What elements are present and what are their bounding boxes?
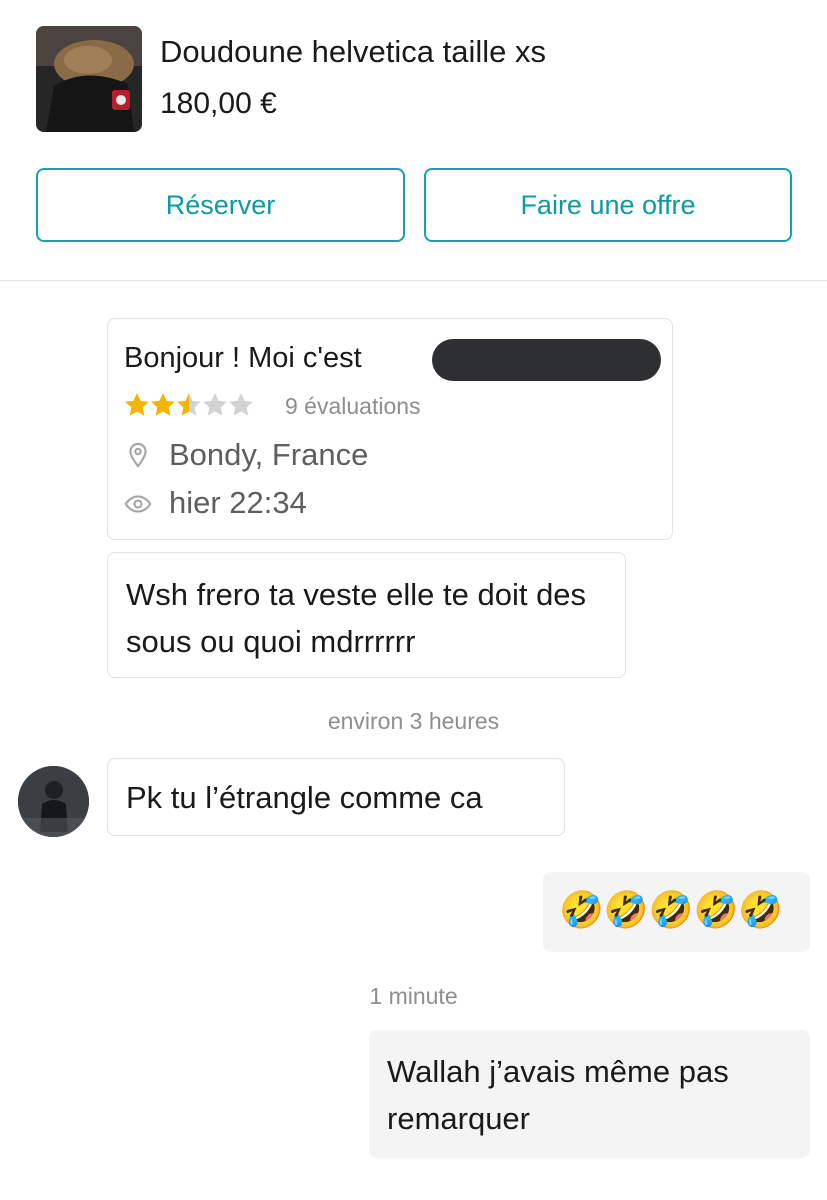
message-text: Pk tu l’étrangle comme ca xyxy=(126,780,483,815)
location-pin-icon xyxy=(129,442,147,468)
message-text: 🤣🤣🤣🤣🤣 xyxy=(559,889,784,930)
profile-greeting: Bonjour ! Moi c'est xyxy=(124,342,362,374)
outgoing-message[interactable]: 🤣🤣🤣🤣🤣 xyxy=(543,872,810,952)
profile-location: Bondy, France xyxy=(169,437,369,472)
item-price: 180,00 € xyxy=(160,87,277,120)
rating-stars xyxy=(122,390,253,422)
conversation-screen: Doudoune helvetica taille xs 180,00 € Ré… xyxy=(0,0,827,1200)
jacket-photo-icon xyxy=(36,26,142,132)
outgoing-message[interactable]: Wallah j’avais même pas remarquer xyxy=(369,1030,810,1158)
star-empty-icon xyxy=(229,393,253,416)
message-timestamp: 1 minute xyxy=(369,983,458,1009)
eye-icon xyxy=(124,495,152,513)
header-divider xyxy=(0,280,827,281)
message-timestamp: environ 3 heures xyxy=(327,708,500,734)
review-count[interactable]: 9 évaluations xyxy=(285,390,421,422)
item-thumbnail[interactable] xyxy=(36,26,142,132)
message-text: Wsh frero ta veste elle te doit des sous… xyxy=(126,577,587,659)
incoming-message[interactable]: Wsh frero ta veste elle te doit des sous… xyxy=(107,552,626,678)
redacted-username xyxy=(432,339,661,381)
reserve-button[interactable]: Réserver xyxy=(36,168,405,242)
incoming-message[interactable]: Pk tu l’étrangle comme ca xyxy=(107,758,565,836)
profile-last-seen: hier 22:34 xyxy=(169,485,307,520)
make-offer-button[interactable]: Faire une offre xyxy=(424,168,792,242)
item-title[interactable]: Doudoune helvetica taille xs xyxy=(160,32,546,72)
person-photo-icon xyxy=(18,766,89,837)
message-text: Wallah j’avais même pas remarquer xyxy=(387,1054,729,1136)
user-avatar[interactable] xyxy=(18,766,89,837)
